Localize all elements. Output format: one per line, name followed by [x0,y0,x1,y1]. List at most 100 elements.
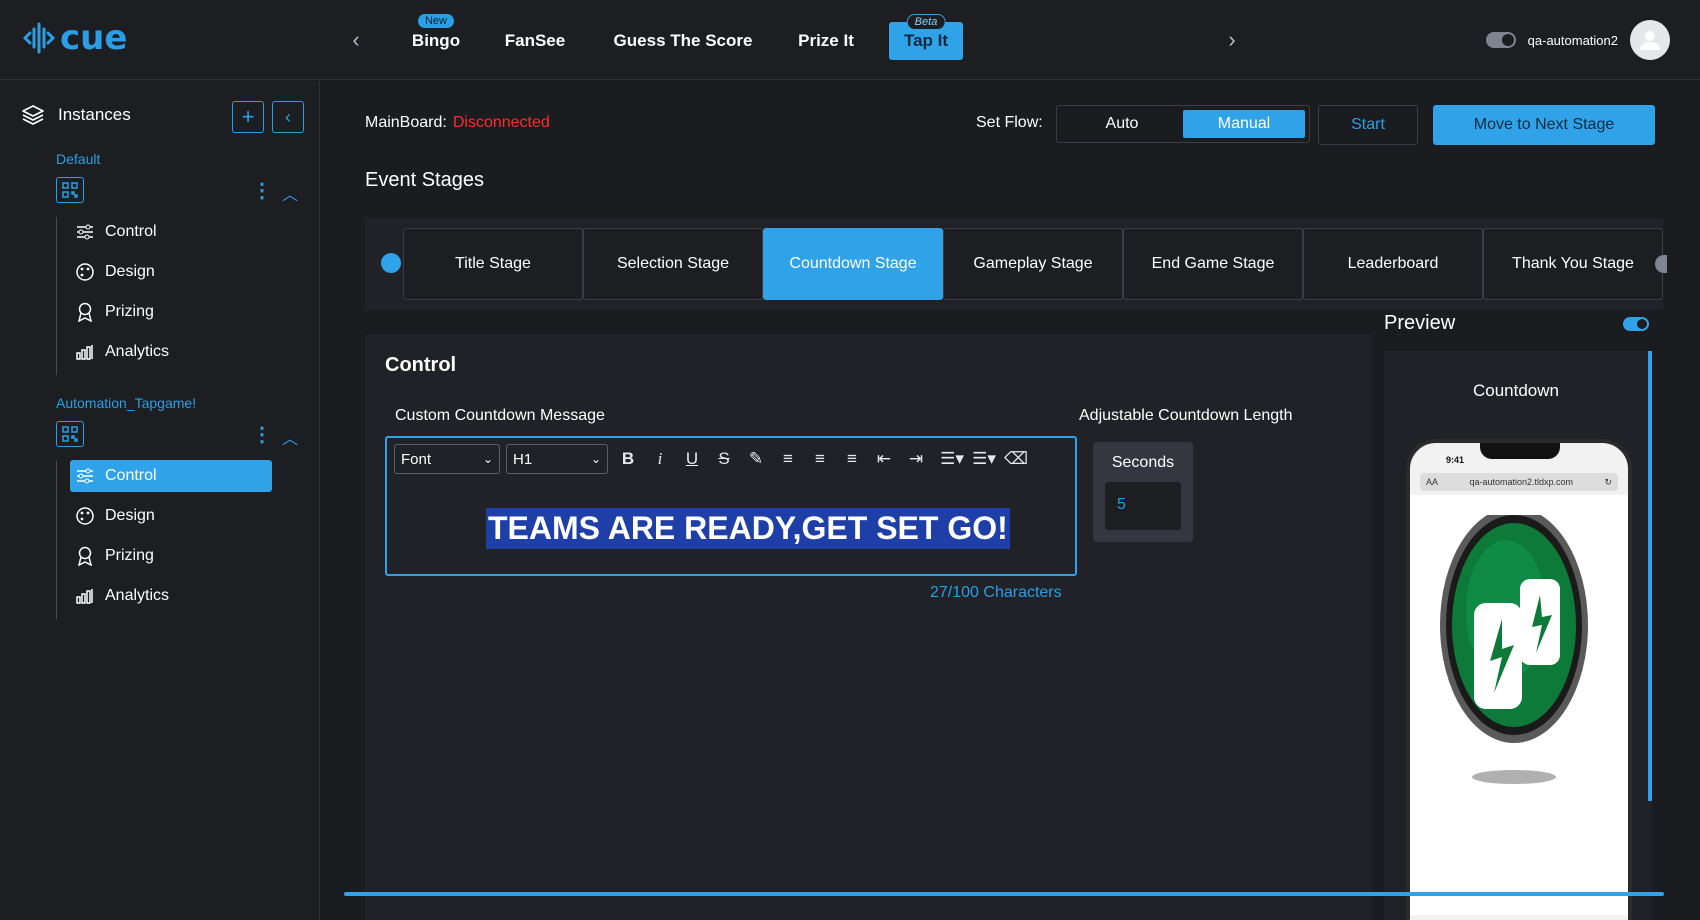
sidebar-item-analytics[interactable]: Analytics [70,580,272,612]
sidebar-item-label: Analytics [105,587,170,604]
heading-select[interactable]: H1 ⌄ [506,444,608,474]
sidebar-item-control[interactable]: Control [70,216,272,248]
sidebar-item-design[interactable]: Design [70,256,272,288]
event-stages-title: Event Stages [365,169,484,191]
bar-chart-icon [75,342,95,362]
sidebar-item-prizing[interactable]: Prizing [70,540,272,572]
sidebar-item-label: Design [105,263,155,280]
sidebar-item-control[interactable]: Control [70,460,272,492]
stage-end-game[interactable]: End Game Stage [1123,228,1303,300]
flow-auto-option[interactable]: Auto [1061,110,1183,138]
bulleted-list-icon[interactable]: ☰▾ [969,448,999,470]
rich-text-editor[interactable]: Font ⌄ H1 ⌄ B i U S ✎ ≡ ≡ ≡ ⇤ ⇥ ☰▾ ☰▾ ⌫ … [385,436,1077,576]
group-label-automation-tapgame[interactable]: Automation_Tapgame! [56,395,196,411]
collapse-sidebar-button[interactable]: ‹ [272,101,304,133]
qr-code-button[interactable] [56,177,84,203]
eraser-icon[interactable]: ⌫ [1004,448,1028,470]
mainboard-label: MainBoard: [365,114,447,131]
tap-button-graphic [1440,515,1588,784]
user-icon [1640,31,1660,50]
phone-url: qa-automation2.tldxp.com [1469,477,1574,487]
tab-fansee[interactable]: FanSee [495,22,575,60]
preview-scrollbar[interactable] [1648,351,1652,801]
sidebar-item-prizing[interactable]: Prizing [70,296,272,328]
tab-label: Tap It [903,31,949,50]
award-icon [75,546,95,566]
seconds-input[interactable]: 5 [1105,482,1181,530]
palette-icon [75,262,95,282]
bold-icon[interactable]: B [617,448,639,470]
tree-line [56,461,57,619]
preview-toggle[interactable] [1623,317,1649,331]
group-label-default[interactable]: Default [56,151,100,167]
phone-status-time: 9:41 [1446,455,1465,465]
palette-icon [75,506,95,526]
stage-thank-you[interactable]: Thank You Stage [1483,228,1663,300]
move-to-next-stage-button[interactable]: Move to Next Stage [1433,105,1655,145]
heading-select-value: H1 [513,450,533,468]
theme-toggle[interactable] [1485,32,1516,48]
tab-bingo[interactable]: New Bingo [396,14,476,60]
group-menu-kebab-icon[interactable]: ⋮ [252,422,272,447]
underline-icon[interactable]: U [681,448,703,470]
stage-title[interactable]: Title Stage [403,228,583,300]
countdown-message-text[interactable]: TEAMS ARE READY,GET SET GO! [486,508,1010,549]
tab-guess-the-score[interactable]: Guess The Score [608,22,758,60]
tab-prize-it[interactable]: Prize It [786,22,866,60]
username: qa-automation2 [1527,32,1618,48]
font-select-value: Font [401,450,432,468]
numbered-list-icon[interactable]: ☰▾ [937,448,967,470]
align-center-icon[interactable]: ≡ [809,448,831,470]
italic-icon[interactable]: i [649,448,671,470]
main-content: MainBoard: Disconnected Set Flow: Auto Ma… [321,81,1700,920]
group-menu-kebab-icon[interactable]: ⋮ [252,178,272,203]
collapse-group-chevron-up-icon[interactable]: ︿ [282,425,298,449]
phone-screen [1410,495,1628,915]
cue-logo[interactable]: cue [22,18,127,58]
mainboard-status-row: MainBoard: Disconnected [365,114,550,132]
sidebar-item-label: Prizing [105,303,154,320]
add-instance-button[interactable]: + [232,101,264,133]
qr-icon [62,182,78,198]
nav-prev-arrow-icon[interactable]: ‹ [342,26,370,54]
stage-indicator-dot[interactable] [381,253,401,273]
preview-title: Preview [1384,312,1456,334]
align-right-icon[interactable]: ≡ [841,448,863,470]
flow-manual-option[interactable]: Manual [1183,110,1305,138]
stage-countdown[interactable]: Countdown Stage [763,228,943,300]
font-select[interactable]: Font ⌄ [394,444,500,474]
strikethrough-icon[interactable]: S [713,448,735,470]
control-panel: Control Custom Countdown Message Font ⌄ … [365,334,1372,920]
sidebar-item-label: Control [105,223,157,240]
sidebar-item-label: Analytics [105,343,170,360]
phone-url-bar: AA qa-automation2.tldxp.com ↻ [1420,473,1618,491]
outdent-icon[interactable]: ⇤ [873,448,895,470]
tab-label: Guess The Score [613,31,753,50]
indent-icon[interactable]: ⇥ [905,448,927,470]
sidebar-item-label: Control [105,467,157,484]
award-icon [75,302,95,322]
tab-label: FanSee [504,31,566,50]
avatar[interactable] [1630,20,1670,60]
stage-selection[interactable]: Selection Stage [583,228,763,300]
collapse-group-chevron-up-icon[interactable]: ︿ [282,181,298,205]
tab-tap-it[interactable]: Beta Tap It [889,14,963,60]
sidebar-item-label: Design [105,507,155,524]
mainboard-status: Disconnected [452,114,550,131]
qr-code-button[interactable] [56,421,84,447]
stage-gameplay[interactable]: Gameplay Stage [943,228,1123,300]
flow-segmented-control: Auto Manual [1056,105,1310,143]
highlighter-icon[interactable]: ✎ [745,448,767,470]
control-title: Control [385,354,457,376]
user-area: qa-automation2 [1485,20,1670,60]
sidebar-item-analytics[interactable]: Analytics [70,336,272,368]
horizontal-scrollbar[interactable] [344,892,1664,896]
align-left-icon[interactable]: ≡ [777,448,799,470]
sliders-icon [75,222,95,242]
phone-notch [1480,443,1560,459]
sidebar-item-design[interactable]: Design [70,500,272,532]
nav-next-arrow-icon[interactable]: › [1218,26,1246,54]
start-button[interactable]: Start [1318,105,1418,145]
stage-scroll-indicator[interactable] [1655,255,1667,273]
stage-leaderboard[interactable]: Leaderboard [1303,228,1483,300]
